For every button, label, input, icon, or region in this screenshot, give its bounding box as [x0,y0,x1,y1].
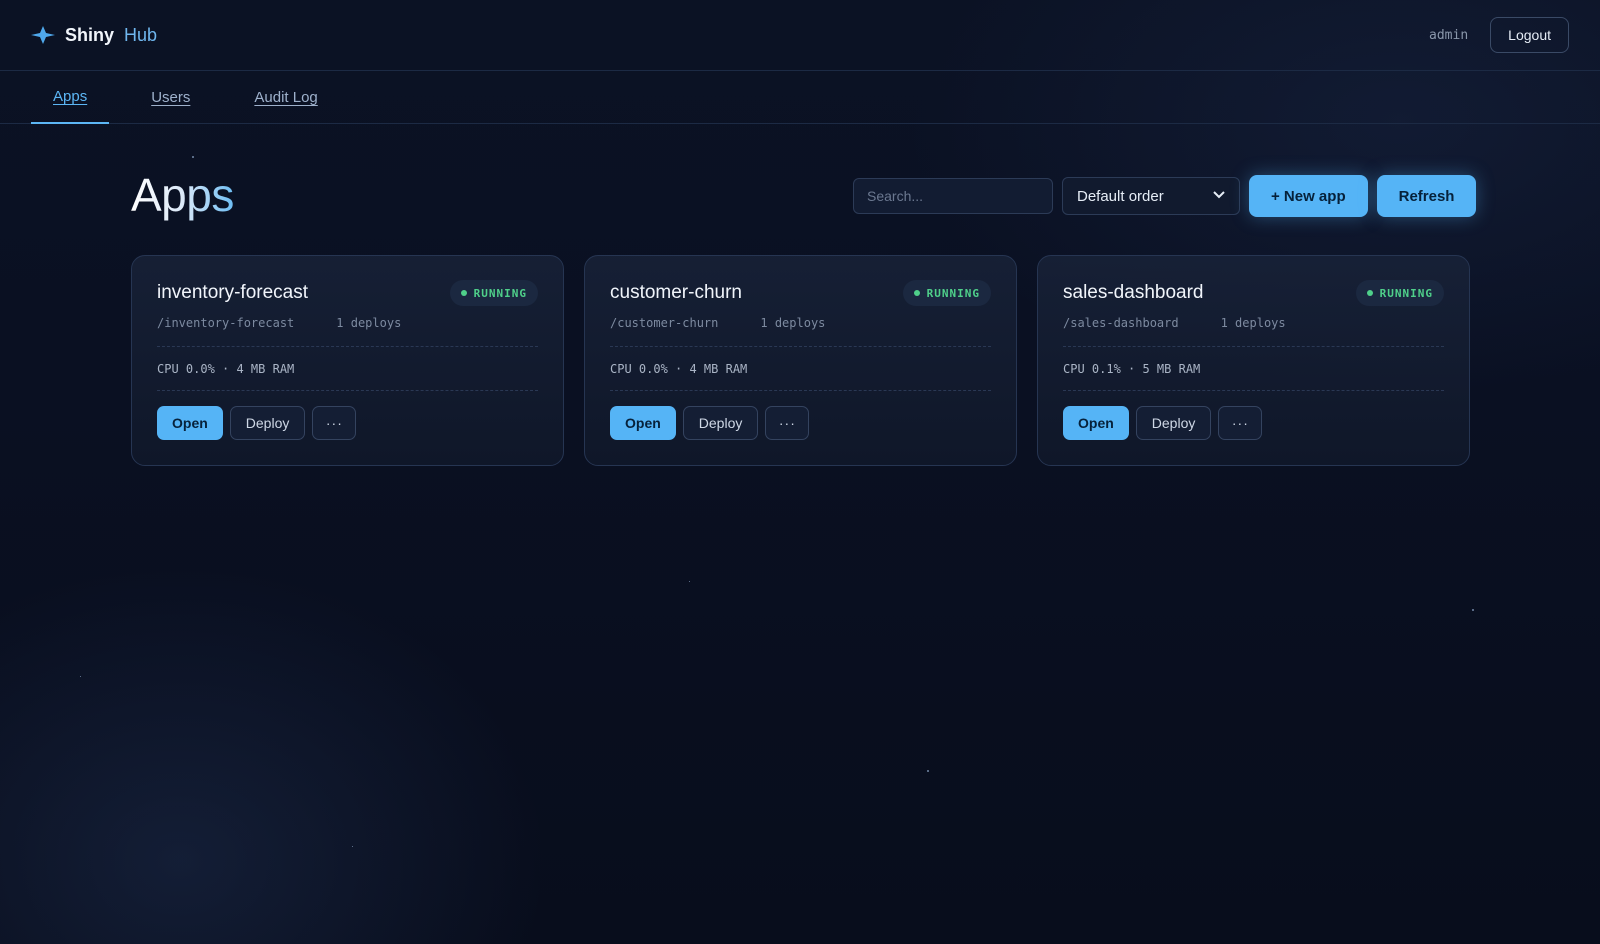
deploy-button[interactable]: Deploy [682,406,759,440]
logout-button[interactable]: Logout [1490,17,1569,53]
star-decoration [352,846,353,847]
more-options-button[interactable]: ··· [765,406,810,440]
more-options-button[interactable]: ··· [1218,406,1263,440]
tab-apps[interactable]: Apps [31,71,110,124]
brand-sub: Hub [124,24,158,45]
page-title: Apps [131,169,234,221]
app-card: customer-churn RUNNING /customer-churn 1… [584,255,1017,466]
app-card: sales-dashboard RUNNING /sales-dashboard… [1037,255,1470,466]
resource-stats: CPU 0.0% · 4 MB RAM [157,347,538,391]
status-badge: RUNNING [449,280,538,306]
star-decoration [192,156,194,158]
sort-order-value: Default order [1077,187,1164,205]
status-badge: RUNNING [1355,280,1444,306]
tab-audit-log[interactable]: Audit Log [232,71,339,124]
more-options-button[interactable]: ··· [312,406,357,440]
refresh-button[interactable]: Refresh [1376,175,1477,217]
star-decoration [1472,609,1474,611]
star-decoration [927,770,929,772]
status-badge: RUNNING [902,280,991,306]
chevron-down-icon [1213,190,1225,202]
status-text: RUNNING [473,286,527,300]
star-decoration [80,676,81,677]
app-name: inventory-forecast [157,282,309,303]
status-dot-icon [460,290,467,296]
new-app-button[interactable]: + New app [1249,175,1368,217]
star-decoration [689,581,690,582]
status-text: RUNNING [1379,286,1433,300]
app-path: /customer-churn [610,316,719,330]
brand-logo[interactable]: Shiny Hub [31,25,157,46]
main-tabs: Apps Users Audit Log [0,71,1600,124]
open-button[interactable]: Open [1063,406,1129,440]
deploy-button[interactable]: Deploy [1135,406,1212,440]
top-bar: Shiny Hub admin Logout [0,0,1600,71]
app-path: /sales-dashboard [1063,316,1179,330]
status-dot-icon [913,290,920,296]
open-button[interactable]: Open [157,406,223,440]
sparkle-icon [31,25,55,45]
app-name: sales-dashboard [1063,282,1204,303]
deploy-count: 1 deploys [760,316,826,330]
status-dot-icon [1366,290,1373,296]
toolbar: Default order + New app Refresh [853,175,1477,217]
current-user-label: admin [1429,27,1469,43]
status-text: RUNNING [926,286,980,300]
brand-name: Shiny [65,24,115,45]
deploy-count: 1 deploys [336,316,402,330]
sort-order-select[interactable]: Default order [1062,177,1240,215]
app-path: /inventory-forecast [157,316,295,330]
app-card-list: inventory-forecast RUNNING /inventory-fo… [131,255,1470,466]
app-card: inventory-forecast RUNNING /inventory-fo… [131,255,564,466]
app-name: customer-churn [610,282,742,303]
deploy-count: 1 deploys [1220,316,1286,330]
deploy-button[interactable]: Deploy [229,406,306,440]
open-button[interactable]: Open [610,406,676,440]
resource-stats: CPU 0.0% · 4 MB RAM [610,347,991,391]
resource-stats: CPU 0.1% · 5 MB RAM [1063,347,1444,391]
tab-users[interactable]: Users [129,71,212,124]
search-input[interactable] [853,178,1053,214]
